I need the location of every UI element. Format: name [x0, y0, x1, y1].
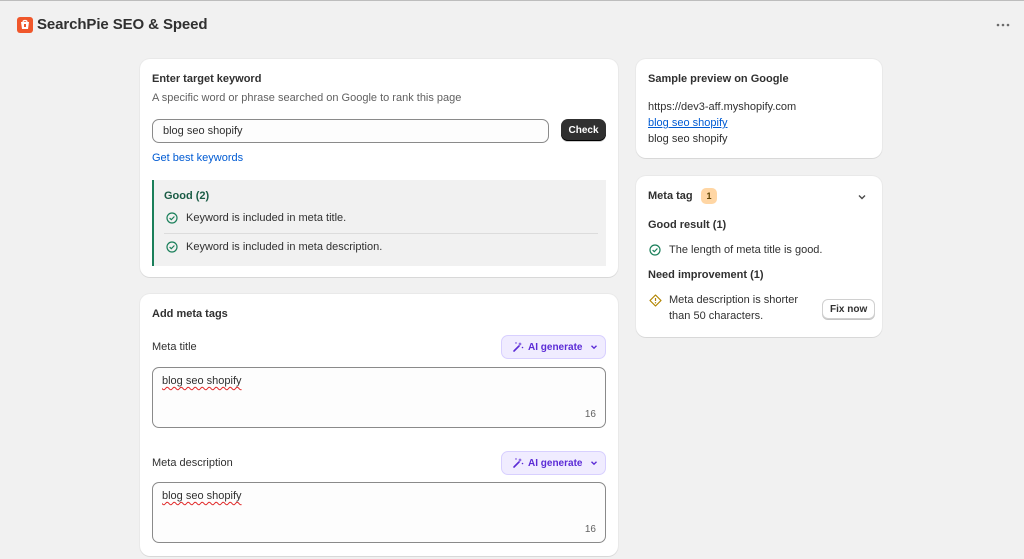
meta-description-value: blog seo shopify — [162, 490, 242, 502]
ai-generate-title-button[interactable]: AI generate — [501, 335, 606, 359]
meta-title-value: blog seo shopify — [162, 375, 242, 387]
chevron-down-icon — [591, 461, 598, 466]
check-circle-icon — [166, 212, 178, 224]
app-logo-icon — [17, 17, 33, 33]
target-keyword-title: Enter target keyword — [152, 73, 262, 85]
meta-title-label: Meta title — [152, 341, 197, 353]
warning-diamond-icon — [649, 294, 662, 307]
ai-generate-label: AI generate — [528, 341, 583, 353]
meta-title-textarea[interactable]: blog seo shopify 16 — [152, 367, 606, 428]
chevron-down-icon[interactable] — [856, 191, 868, 203]
improvement-item-line2: than 50 characters. — [669, 310, 764, 322]
keyword-input-value: blog seo shopify — [163, 125, 243, 137]
check-button[interactable]: Check — [561, 119, 606, 141]
fix-now-button[interactable]: Fix now — [822, 299, 876, 319]
good-result-heading: Good result (1) — [648, 219, 727, 231]
keyword-input[interactable]: blog seo shopify — [152, 119, 549, 143]
google-preview-card: Sample preview on Google https://dev3-af… — [636, 59, 882, 158]
check-circle-icon — [166, 241, 178, 253]
ai-wand-icon — [513, 458, 524, 468]
divider — [164, 233, 598, 234]
ai-generate-label: AI generate — [528, 457, 583, 469]
meta-tag-title: Meta tag — [648, 190, 693, 202]
check-circle-icon — [649, 244, 661, 256]
preview-description: blog seo shopify — [648, 133, 728, 145]
good-item: Keyword is included in meta title. — [186, 212, 347, 224]
good-item: Keyword is included in meta description. — [186, 241, 383, 253]
need-improvement-heading: Need improvement (1) — [648, 269, 764, 281]
meta-title-count: 16 — [584, 409, 596, 420]
app-title: SearchPie SEO & Speed — [37, 16, 208, 33]
more-icon[interactable] — [992, 17, 1014, 33]
good-result-item: The length of meta title is good. — [669, 244, 823, 256]
meta-tags-title: Add meta tags — [152, 308, 228, 320]
google-preview-title: Sample preview on Google — [648, 73, 789, 85]
meta-description-label: Meta description — [152, 457, 233, 469]
preview-url: https://dev3-aff.myshopify.com — [648, 101, 797, 113]
get-best-keywords-link[interactable]: Get best keywords — [152, 152, 243, 164]
chevron-down-icon — [591, 345, 598, 350]
ai-generate-description-button[interactable]: AI generate — [501, 451, 606, 475]
meta-description-count: 16 — [584, 524, 596, 535]
preview-link-title[interactable]: blog seo shopify — [648, 117, 728, 129]
target-keyword-subtitle: A specific word or phrase searched on Go… — [152, 92, 462, 104]
meta-tag-results-card: Meta tag 1 Good result (1) The length of… — [636, 176, 882, 337]
meta-tag-badge: 1 — [701, 188, 717, 204]
app-header: SearchPie SEO & Speed — [0, 0, 1024, 48]
good-results-box: Good (2) Keyword is included in meta tit… — [152, 180, 606, 266]
meta-tags-card: Add meta tags Meta title AI generate blo… — [140, 294, 618, 556]
target-keyword-card: Enter target keyword A specific word or … — [140, 59, 618, 277]
ai-wand-icon — [513, 342, 524, 352]
meta-description-textarea[interactable]: blog seo shopify 16 — [152, 482, 606, 543]
good-heading: Good (2) — [164, 190, 210, 202]
improvement-item-line1: Meta description is shorter — [669, 294, 798, 306]
